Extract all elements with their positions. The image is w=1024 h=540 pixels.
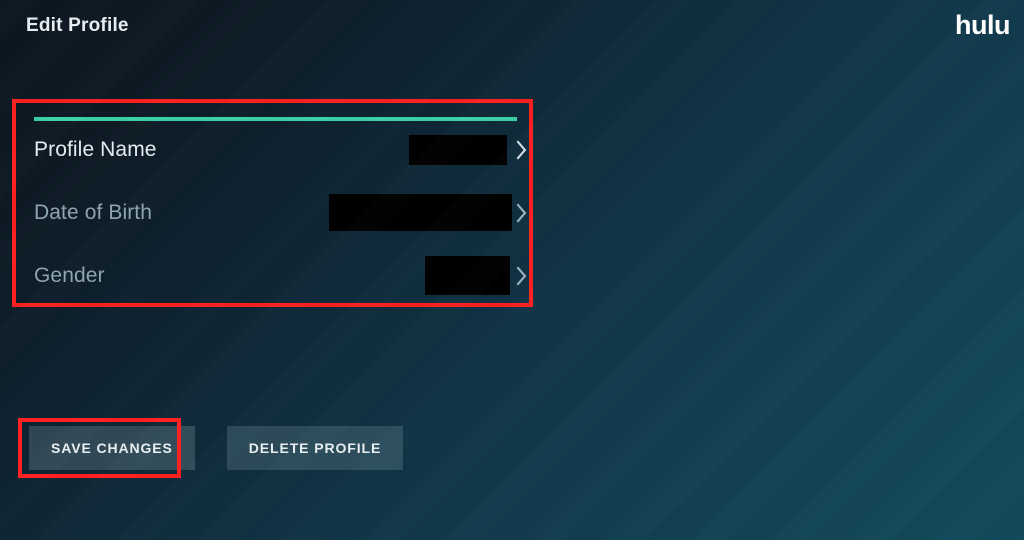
field-label-profile-name: Profile Name — [34, 137, 157, 161]
hulu-edit-profile-screen: Edit Profile hulu Profile Name Date of B… — [0, 0, 1024, 540]
profile-form-panel: Profile Name Date of Birth Gender — [12, 99, 533, 307]
page-title: Edit Profile — [26, 15, 129, 36]
field-label-gender: Gender — [34, 263, 105, 287]
hulu-logo: hulu — [955, 10, 1010, 40]
active-field-underline — [34, 117, 517, 121]
field-value-date-of-birth[interactable] — [329, 194, 512, 231]
field-label-date-of-birth: Date of Birth — [34, 200, 153, 224]
field-value-profile-name[interactable] — [409, 134, 507, 165]
field-row-date-of-birth[interactable]: Date of Birth — [34, 189, 529, 236]
chevron-right-icon[interactable] — [515, 265, 529, 287]
field-row-gender[interactable]: Gender — [34, 252, 529, 299]
delete-profile-button[interactable]: DELETE PROFILE — [226, 426, 404, 470]
chevron-right-icon[interactable] — [515, 139, 529, 161]
chevron-right-icon[interactable] — [515, 202, 529, 224]
field-value-gender[interactable] — [425, 256, 510, 295]
action-button-group: SAVE CHANGES DELETE PROFILE — [29, 426, 404, 470]
field-row-profile-name[interactable]: Profile Name — [34, 126, 529, 173]
save-changes-button[interactable]: SAVE CHANGES — [29, 426, 195, 470]
